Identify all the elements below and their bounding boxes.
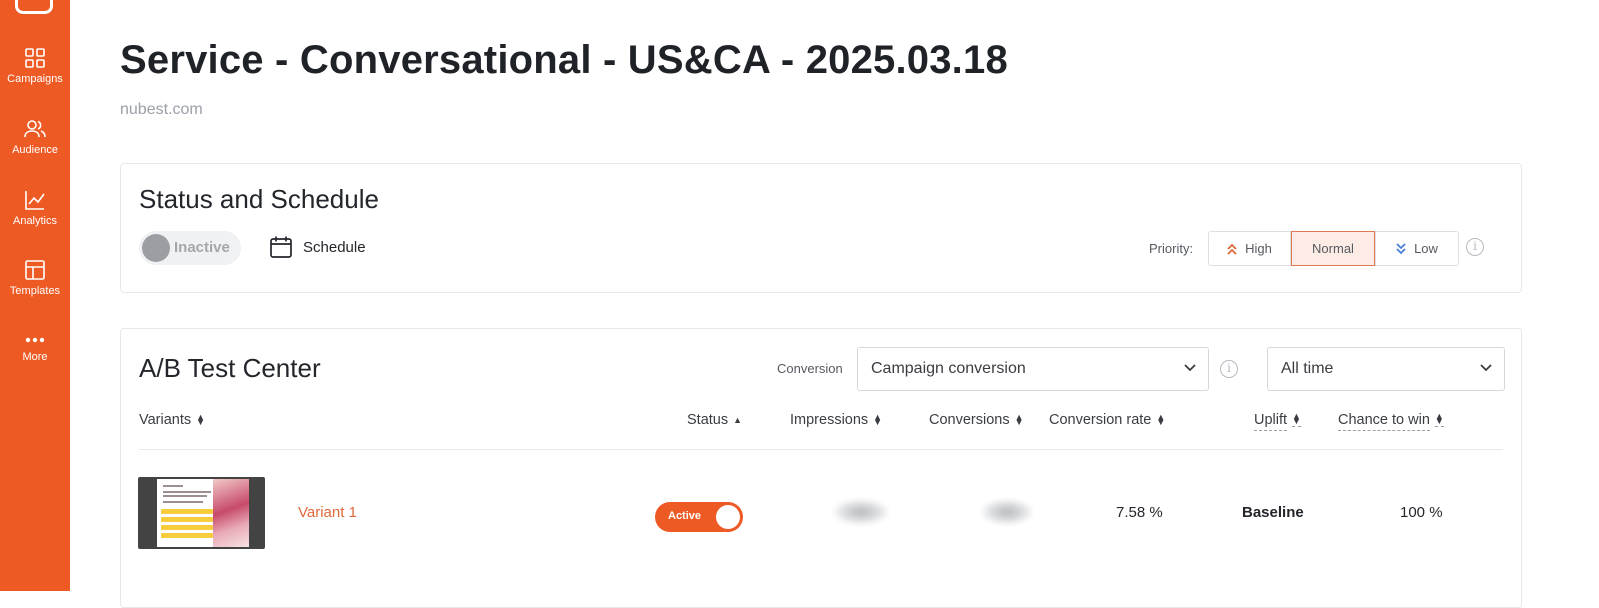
- conversion-info-icon[interactable]: i: [1220, 360, 1238, 378]
- sidebar-item-campaigns[interactable]: Campaigns: [0, 47, 70, 85]
- sidebar: Campaigns Audience Analytics Templates M…: [0, 0, 70, 591]
- page-title: Service - Conversational - US&CA - 2025.…: [120, 38, 1008, 82]
- sort-icon: ▲ ▼: [1434, 410, 1444, 427]
- priority-label: Priority:: [1149, 241, 1194, 256]
- schedule-label: Schedule: [303, 239, 366, 256]
- ab-card-title: A/B Test Center: [139, 353, 321, 383]
- calendar-icon: [270, 236, 292, 258]
- sort-icon: ▲ ▼: [1156, 412, 1166, 428]
- column-header-variants[interactable]: Variants ▲ ▼: [139, 412, 205, 428]
- chevrons-up-icon: [1227, 243, 1237, 255]
- variant-thumbnail[interactable]: [138, 477, 265, 549]
- column-header-uplift[interactable]: Uplift ▲ ▼: [1254, 410, 1301, 431]
- conversion-label: Conversion: [777, 361, 843, 376]
- period-select-value: All time: [1281, 360, 1334, 377]
- priority-normal-button[interactable]: Normal: [1291, 231, 1375, 266]
- toggle-label: Inactive: [174, 239, 230, 256]
- period-select[interactable]: All time: [1267, 347, 1505, 391]
- chevron-down-icon: [1480, 364, 1492, 372]
- status-card-title: Status and Schedule: [139, 184, 379, 214]
- grid-icon: [25, 48, 45, 68]
- ab-test-card: A/B Test Center Conversion Campaign conv…: [120, 328, 1522, 608]
- column-header-conversions[interactable]: Conversions ▲ ▼: [929, 412, 1024, 428]
- layout-icon: [25, 260, 45, 280]
- variant-status-toggle[interactable]: Active: [655, 502, 743, 532]
- conversion-rate-value: 7.58 %: [1116, 504, 1163, 521]
- users-icon: [24, 120, 46, 138]
- sort-icon: ▲ ▼: [873, 412, 883, 428]
- sort-icon: ▲ ▼: [1014, 412, 1024, 428]
- info-icon[interactable]: i: [1466, 238, 1484, 256]
- column-header-impressions[interactable]: Impressions ▲ ▼: [790, 412, 882, 428]
- sort-asc-icon: ▲: [733, 414, 743, 425]
- priority-high-label: High: [1245, 241, 1272, 256]
- variant-name-link[interactable]: Variant 1: [298, 504, 357, 521]
- sidebar-item-label: Templates: [9, 285, 61, 297]
- chevron-down-icon: [1184, 364, 1196, 372]
- priority-high-button[interactable]: High: [1208, 231, 1291, 266]
- sidebar-item-analytics[interactable]: Analytics: [0, 189, 70, 227]
- conversion-select[interactable]: Campaign conversion: [857, 347, 1209, 391]
- conversions-value-blurred: [981, 499, 1033, 525]
- priority-selector: High Normal Low: [1208, 231, 1459, 266]
- toggle-knob: [716, 505, 740, 529]
- priority-normal-label: Normal: [1312, 241, 1354, 256]
- toggle-knob: [142, 234, 170, 262]
- sort-icon: ▲ ▼: [1292, 410, 1301, 427]
- uplift-value: Baseline: [1242, 504, 1304, 521]
- sidebar-item-label: Audience: [12, 144, 58, 156]
- more-dots-icon: [25, 337, 45, 343]
- conversion-select-value: Campaign conversion: [871, 360, 1026, 377]
- chevrons-down-icon: [1396, 242, 1406, 254]
- sidebar-item-more[interactable]: More: [0, 333, 70, 363]
- priority-low-label: Low: [1414, 241, 1438, 256]
- thumbnail-preview: [157, 479, 249, 547]
- column-header-chance-to-win[interactable]: Chance to win ▲ ▼: [1338, 410, 1444, 431]
- sort-icon: ▲ ▼: [196, 412, 206, 428]
- sidebar-item-templates[interactable]: Templates: [0, 259, 70, 297]
- sidebar-item-label: Analytics: [12, 215, 58, 227]
- app-logo[interactable]: [15, 0, 53, 14]
- chart-line-icon: [25, 191, 45, 210]
- status-schedule-card: Status and Schedule Inactive Schedule Pr…: [120, 163, 1522, 293]
- sidebar-item-label: Campaigns: [7, 73, 63, 85]
- sidebar-item-label: More: [22, 351, 48, 363]
- sidebar-item-audience[interactable]: Audience: [0, 118, 70, 156]
- column-header-conversion-rate[interactable]: Conversion rate ▲ ▼: [1049, 412, 1165, 428]
- column-header-status[interactable]: Status ▲: [687, 412, 742, 428]
- table-divider: [139, 449, 1503, 450]
- priority-low-button[interactable]: Low: [1375, 231, 1459, 266]
- campaign-domain: nubest.com: [120, 101, 203, 118]
- impressions-value-blurred: [833, 499, 889, 525]
- campaign-status-toggle[interactable]: Inactive: [139, 231, 241, 265]
- toggle-label: Active: [668, 510, 702, 522]
- chance-to-win-value: 100 %: [1400, 504, 1443, 521]
